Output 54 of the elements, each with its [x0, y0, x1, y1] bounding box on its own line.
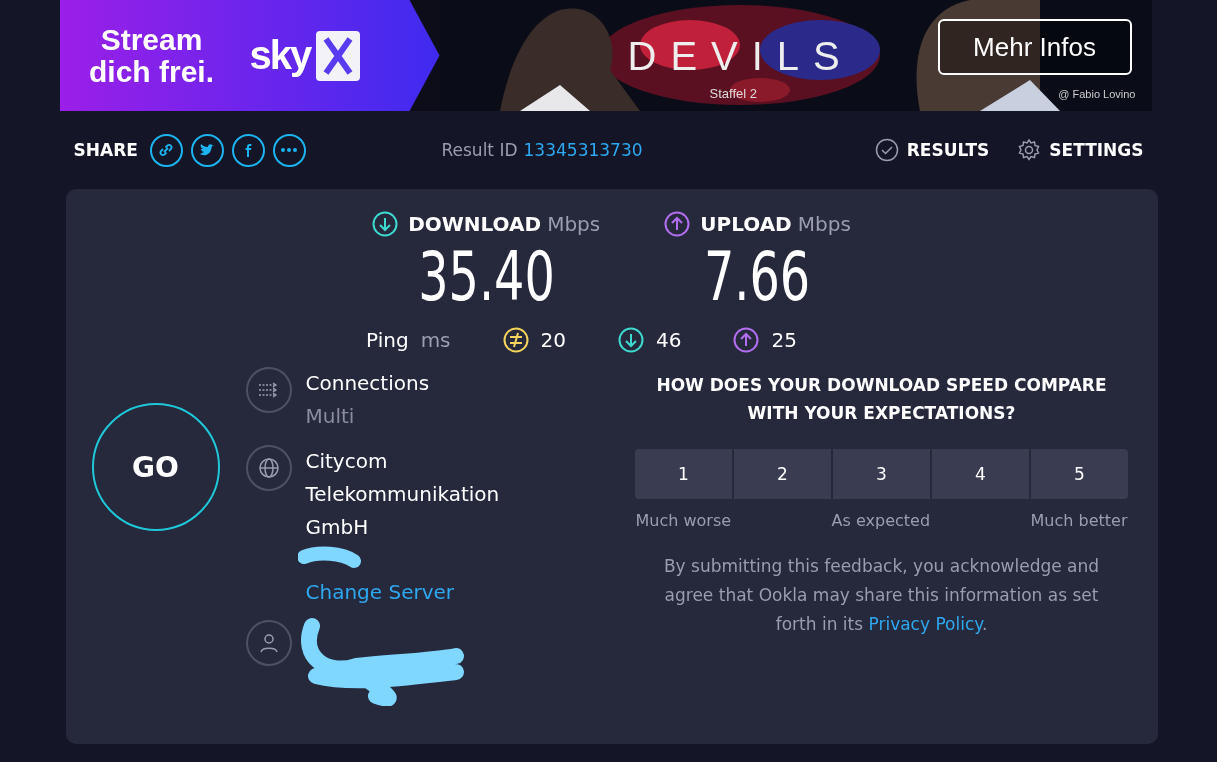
x-logo-icon	[316, 30, 361, 81]
results-button[interactable]: RESULTS	[874, 138, 990, 162]
ping-label: Ping	[366, 328, 409, 352]
upload-icon	[733, 327, 760, 353]
download-icon	[372, 211, 399, 237]
ad-slogan: Stream dich frei.	[88, 23, 215, 88]
speed-value: 7.66	[704, 237, 811, 317]
ping-value: 20	[540, 328, 566, 352]
connections-value: Multi	[305, 403, 356, 430]
speed-value: 35.40	[417, 237, 555, 317]
provider-name: Citycom Telekommunikation GmbH	[305, 448, 501, 541]
download-icon	[618, 327, 644, 353]
result-id-label: Result ID	[441, 140, 518, 160]
ping-value: 46	[656, 328, 682, 352]
connections-label: Connections	[305, 370, 430, 397]
settings-button[interactable]: SETTINGS	[1017, 138, 1144, 162]
speed-label: UPLOAD	[700, 212, 792, 236]
show-title: DEVILS	[627, 34, 854, 79]
photo-credit: @ Fabio Lovino	[1058, 88, 1136, 100]
unit-label: Mbps	[797, 212, 851, 236]
season-label: Staffel 2	[709, 86, 757, 101]
brand-logo: sky	[249, 33, 311, 78]
result-id-link[interactable]: 13345313730	[523, 140, 643, 160]
facebook-button[interactable]	[231, 133, 265, 167]
jitter-icon	[502, 327, 529, 353]
connections-icon	[245, 367, 292, 413]
rating-button[interactable]: 5	[1031, 449, 1128, 499]
feedback-disclaimer: By submitting this feedback, you acknowledge and agree that Ookla may share this information as set forth in its Privacy Policy.	[662, 555, 1101, 636]
rating-button[interactable]: 1	[635, 449, 732, 499]
more-info-button[interactable]: Mehr Infos	[937, 19, 1132, 75]
link-button[interactable]	[149, 133, 183, 167]
bird-button[interactable]	[190, 133, 224, 167]
rating-button[interactable]: 4	[932, 449, 1029, 499]
change-server-link[interactable]: Change Server	[305, 580, 454, 604]
unit-label: ms	[420, 328, 451, 352]
feedback-question: HOW DOES YOUR DOWNLOAD SPEED COMPARE WITH YOUR EXPECTATIONS?	[655, 374, 1108, 425]
settings-icon	[1017, 138, 1042, 162]
go-button[interactable]: GO	[91, 403, 220, 531]
upload-icon	[664, 211, 691, 237]
privacy-policy-link[interactable]: Privacy Policy	[868, 614, 982, 634]
scale-label: Much worse	[635, 511, 732, 530]
ping-value: 25	[771, 328, 797, 352]
speed-label: DOWNLOAD	[408, 212, 542, 236]
rating-button[interactable]: 2	[734, 449, 831, 499]
scale-label: As expected	[831, 511, 931, 530]
globe-icon	[245, 445, 292, 491]
person-icon	[245, 620, 292, 666]
share-label: SHARE	[73, 140, 138, 160]
scale-label: Much better	[1030, 511, 1128, 530]
check-circle-icon	[874, 138, 899, 162]
unit-label: Mbps	[547, 212, 601, 236]
rating-button[interactable]: 3	[833, 449, 930, 499]
more-icon	[281, 148, 298, 152]
more-button[interactable]	[272, 133, 306, 167]
